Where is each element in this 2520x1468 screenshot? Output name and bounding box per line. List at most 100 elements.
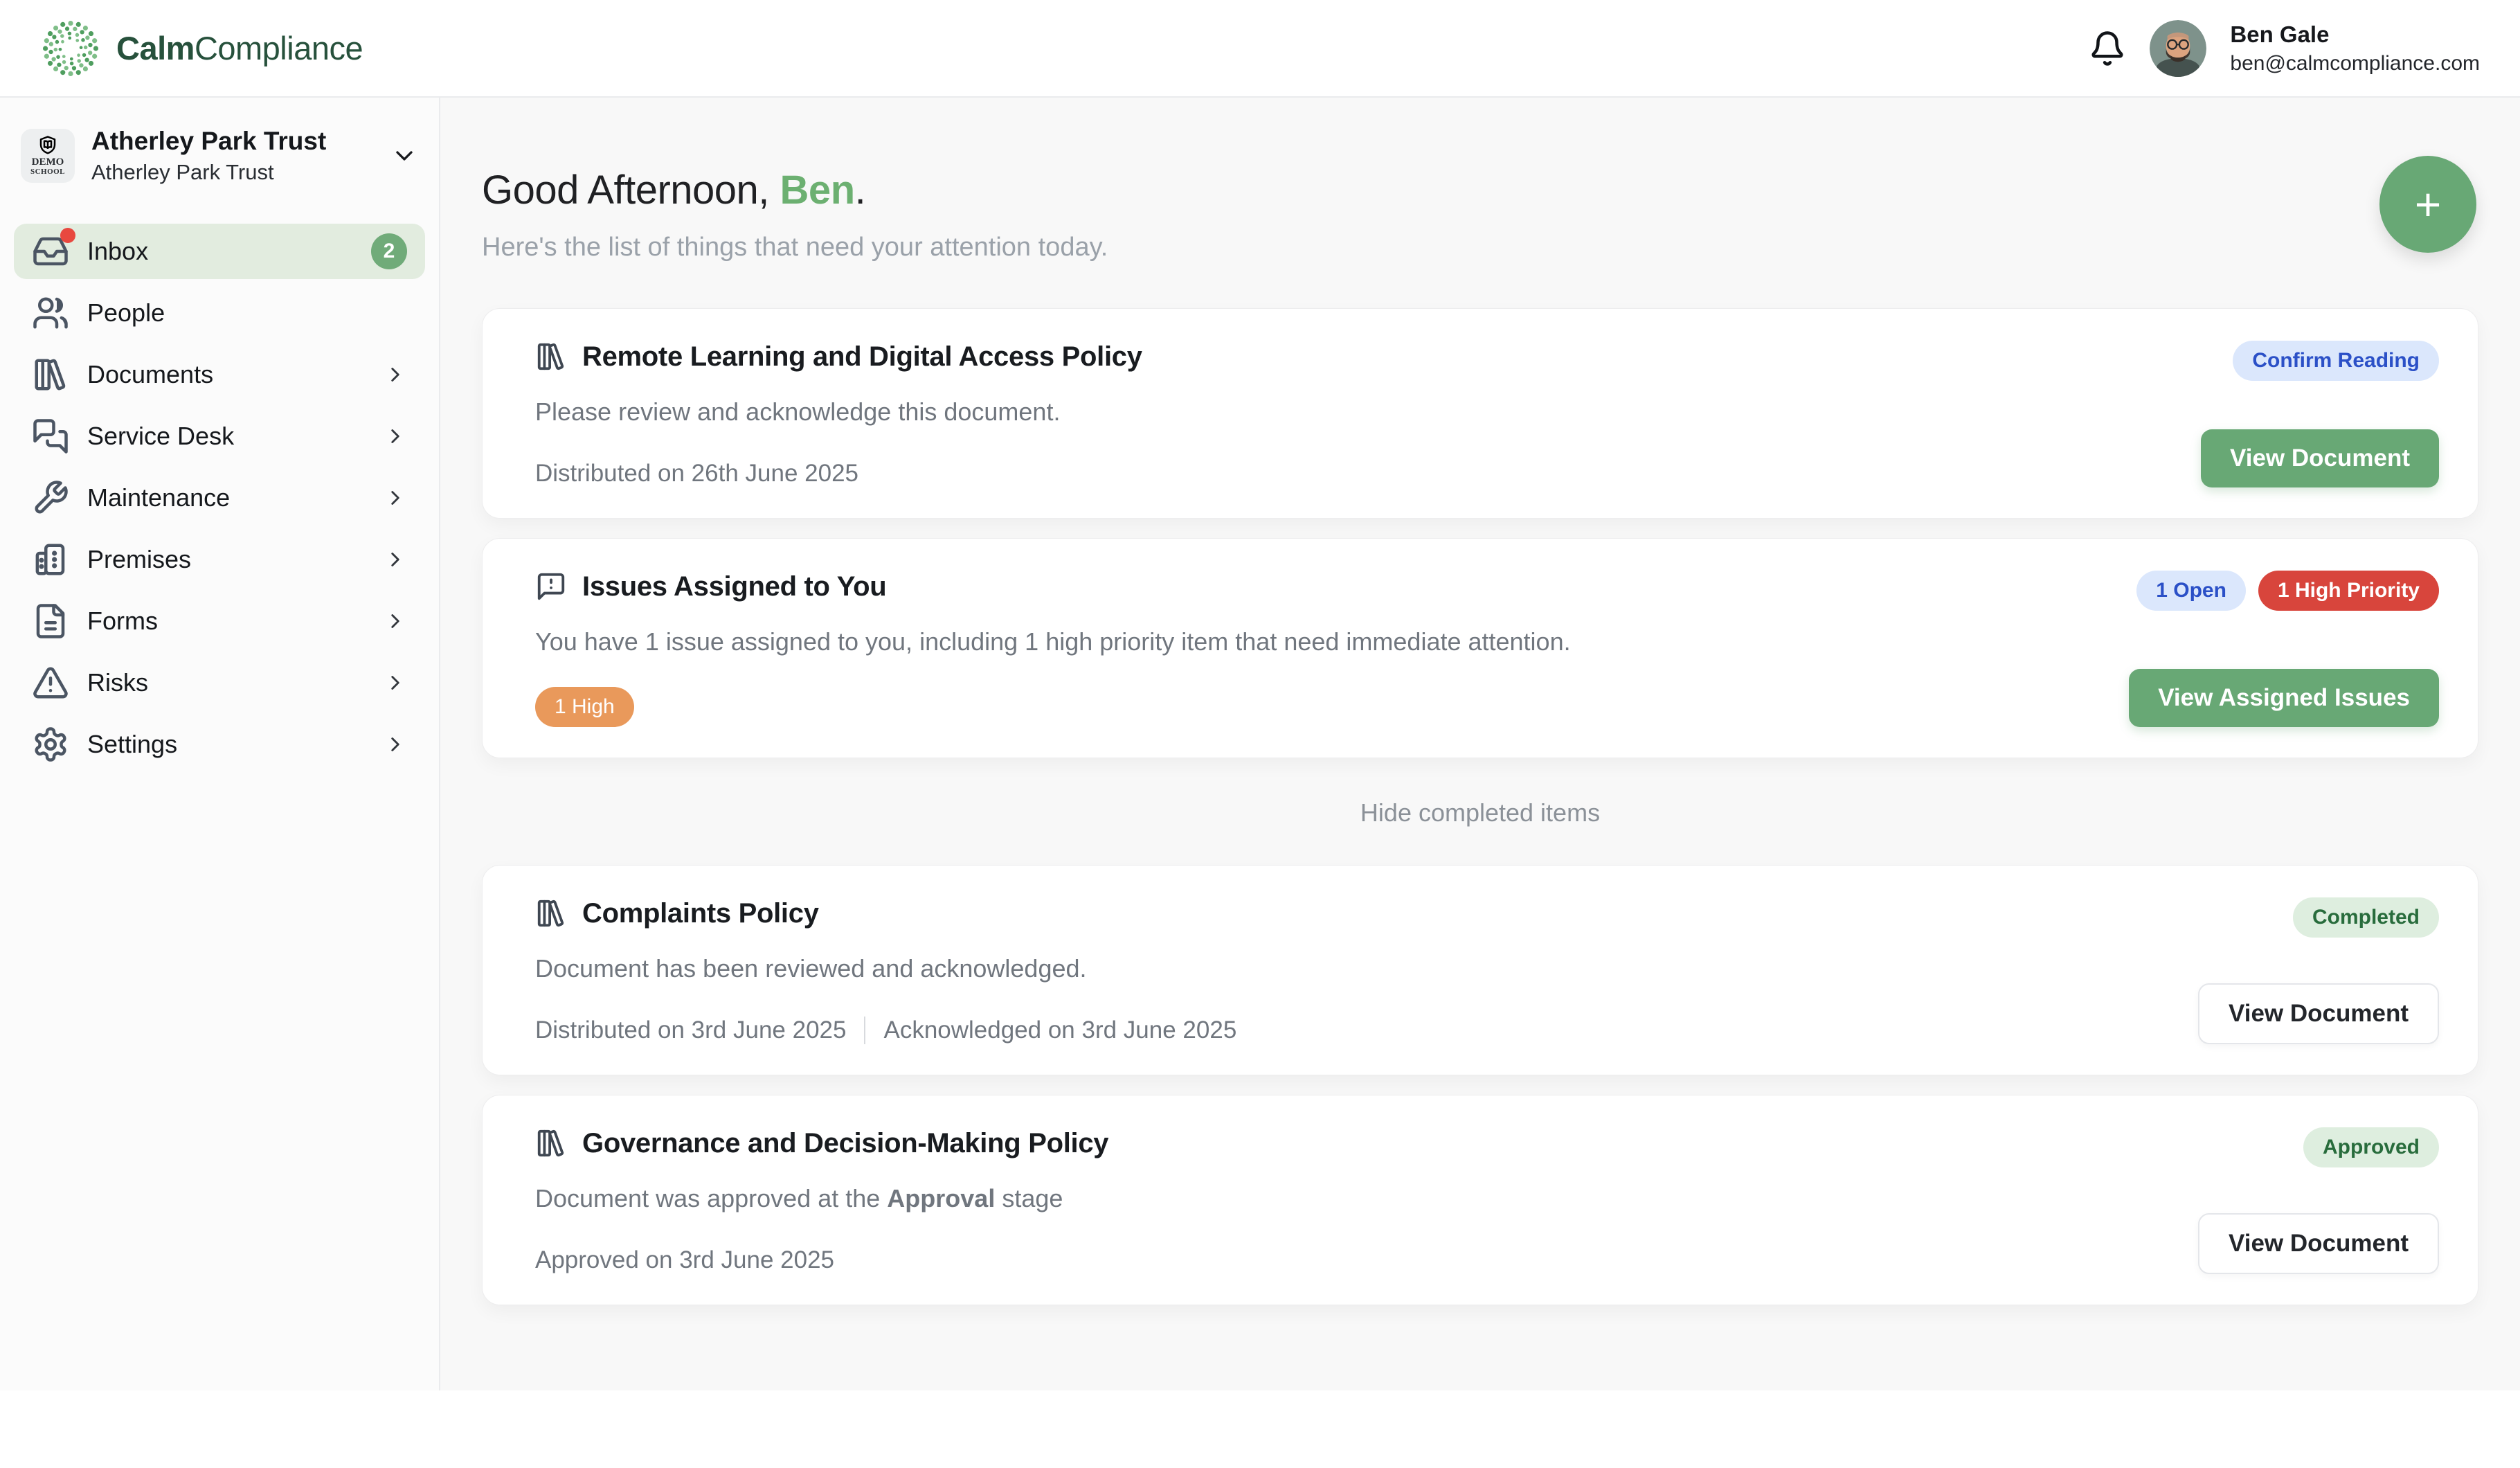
- card-description: You have 1 issue assigned to you, includ…: [535, 627, 1571, 656]
- sidebar-item-premises[interactable]: Premises: [14, 532, 425, 587]
- inbox-icon: [32, 233, 69, 270]
- inbox-count-badge: 2: [371, 233, 407, 269]
- library-icon: [535, 1127, 567, 1159]
- sidebar-item-service-desk[interactable]: Service Desk: [14, 409, 425, 464]
- sidebar-item-inbox[interactable]: Inbox 2: [14, 224, 425, 279]
- view-document-button[interactable]: View Document: [2198, 1213, 2439, 1274]
- file-icon: [32, 602, 69, 640]
- chevron-right-icon: [384, 609, 407, 633]
- card-meta: Approved on 3rd June 2025: [535, 1246, 1108, 1274]
- card-complaints-policy: Complaints Policy Document has been revi…: [482, 865, 2478, 1075]
- view-document-button[interactable]: View Document: [2201, 429, 2439, 487]
- org-title: Atherley Park Trust: [91, 127, 374, 156]
- org-subtitle: Atherley Park Trust: [91, 160, 374, 185]
- card-title: Remote Learning and Digital Access Polic…: [582, 341, 1142, 373]
- card-description: Document has been reviewed and acknowled…: [535, 954, 1236, 983]
- sidebar-item-label: Forms: [87, 607, 366, 636]
- card-title: Governance and Decision-Making Policy: [582, 1128, 1108, 1159]
- distributed-date: Distributed on 26th June 2025: [535, 460, 858, 487]
- brand-logo[interactable]: CalmCompliance: [40, 18, 363, 79]
- status-badge: Confirm Reading: [2233, 341, 2439, 381]
- user-email: ben@calmcompliance.com: [2230, 52, 2480, 75]
- notifications-bell-icon[interactable]: [2089, 30, 2126, 67]
- user-name: Ben Gale: [2230, 21, 2480, 48]
- header-user-area: Ben Gale ben@calmcompliance.com: [2089, 20, 2480, 77]
- sidebar-item-label: Premises: [87, 545, 366, 574]
- chevron-down-icon: [390, 142, 418, 170]
- message-warning-icon: [535, 571, 567, 602]
- status-badge: Approved: [2303, 1127, 2439, 1167]
- chevron-right-icon: [384, 671, 407, 695]
- shield-book-icon: [37, 135, 59, 156]
- attention-card-list: Remote Learning and Digital Access Polic…: [482, 308, 2478, 1305]
- chevron-right-icon: [384, 486, 407, 510]
- library-icon: [535, 341, 567, 373]
- card-governance-policy: Governance and Decision-Making Policy Do…: [482, 1095, 2478, 1305]
- org-selector[interactable]: DEMO SCHOOL Atherley Park Trust Atherley…: [14, 127, 425, 185]
- main-content: + Good Afternoon, Ben. Here's the list o…: [440, 98, 2520, 1390]
- hide-completed-toggle[interactable]: Hide completed items: [1360, 798, 1600, 827]
- org-logo: DEMO SCHOOL: [21, 129, 75, 183]
- status-badge: Completed: [2293, 897, 2439, 938]
- chevron-right-icon: [384, 363, 407, 386]
- high-priority-badge: 1 High Priority: [2258, 571, 2439, 611]
- building-icon: [32, 541, 69, 578]
- sidebar-item-risks[interactable]: Risks: [14, 655, 425, 710]
- sidebar-item-maintenance[interactable]: Maintenance: [14, 470, 425, 526]
- card-meta: Distributed on 26th June 2025: [535, 460, 1142, 487]
- distributed-date: Distributed on 3rd June 2025: [535, 1017, 846, 1044]
- chevron-right-icon: [384, 733, 407, 756]
- people-icon: [32, 294, 69, 332]
- sidebar-item-label: People: [87, 298, 407, 328]
- stage-name: Approval: [887, 1184, 995, 1212]
- plus-icon: +: [2415, 181, 2442, 227]
- wrench-icon: [32, 479, 69, 517]
- approved-date: Approved on 3rd June 2025: [535, 1246, 834, 1274]
- sidebar-nav: Inbox 2 People: [14, 224, 425, 772]
- brand-name-bold: Calm: [116, 30, 195, 66]
- sidebar-item-forms[interactable]: Forms: [14, 593, 425, 649]
- messages-icon: [32, 418, 69, 455]
- card-issues-assigned: Issues Assigned to You You have 1 issue …: [482, 538, 2478, 758]
- high-priority-tag: 1 High: [535, 687, 634, 727]
- sidebar-item-documents[interactable]: Documents: [14, 347, 425, 402]
- card-title: Complaints Policy: [582, 898, 819, 929]
- chevron-right-icon: [384, 548, 407, 571]
- view-document-button[interactable]: View Document: [2198, 983, 2439, 1044]
- sidebar-item-label: Risks: [87, 668, 366, 697]
- card-description: Please review and acknowledge this docum…: [535, 397, 1142, 427]
- unread-dot: [60, 228, 75, 243]
- sidebar-item-label: Inbox: [87, 237, 353, 266]
- user-avatar[interactable]: [2150, 20, 2206, 77]
- org-texts: Atherley Park Trust Atherley Park Trust: [91, 127, 374, 185]
- card-title: Issues Assigned to You: [582, 571, 886, 602]
- acknowledged-date: Acknowledged on 3rd June 2025: [883, 1017, 1236, 1044]
- add-button[interactable]: +: [2379, 156, 2476, 253]
- chevron-right-icon: [384, 424, 407, 448]
- gear-icon: [32, 726, 69, 763]
- page-subtitle: Here's the list of things that need your…: [482, 233, 2478, 262]
- org-badge-text: DEMO: [32, 157, 64, 168]
- sidebar-item-label: Documents: [87, 360, 366, 389]
- sidebar-item-label: Settings: [87, 730, 366, 759]
- dotted-spiral-logo-icon: [40, 18, 101, 79]
- page-background: [0, 1390, 2520, 1468]
- app-window: CalmCompliance: [0, 0, 2520, 1390]
- page-title: Good Afternoon, Ben.: [482, 167, 2478, 213]
- card-remote-learning-policy: Remote Learning and Digital Access Polic…: [482, 308, 2478, 519]
- brand-wordmark: CalmCompliance: [116, 29, 363, 67]
- divider: [864, 1017, 865, 1044]
- library-icon: [535, 897, 567, 929]
- sidebar-item-settings[interactable]: Settings: [14, 717, 425, 772]
- card-meta: Distributed on 3rd June 2025 Acknowledge…: [535, 1017, 1236, 1044]
- sidebar-item-people[interactable]: People: [14, 285, 425, 341]
- warning-triangle-icon: [32, 664, 69, 701]
- view-assigned-issues-button[interactable]: View Assigned Issues: [2129, 669, 2439, 727]
- sidebar-item-label: Maintenance: [87, 483, 366, 512]
- library-icon: [32, 356, 69, 393]
- brand-name-light: Compliance: [195, 30, 363, 66]
- sidebar: DEMO SCHOOL Atherley Park Trust Atherley…: [0, 98, 440, 1390]
- app-header: CalmCompliance: [0, 0, 2520, 98]
- open-count-badge: 1 Open: [2136, 571, 2246, 611]
- card-description: Document was approved at the Approval st…: [535, 1184, 1108, 1213]
